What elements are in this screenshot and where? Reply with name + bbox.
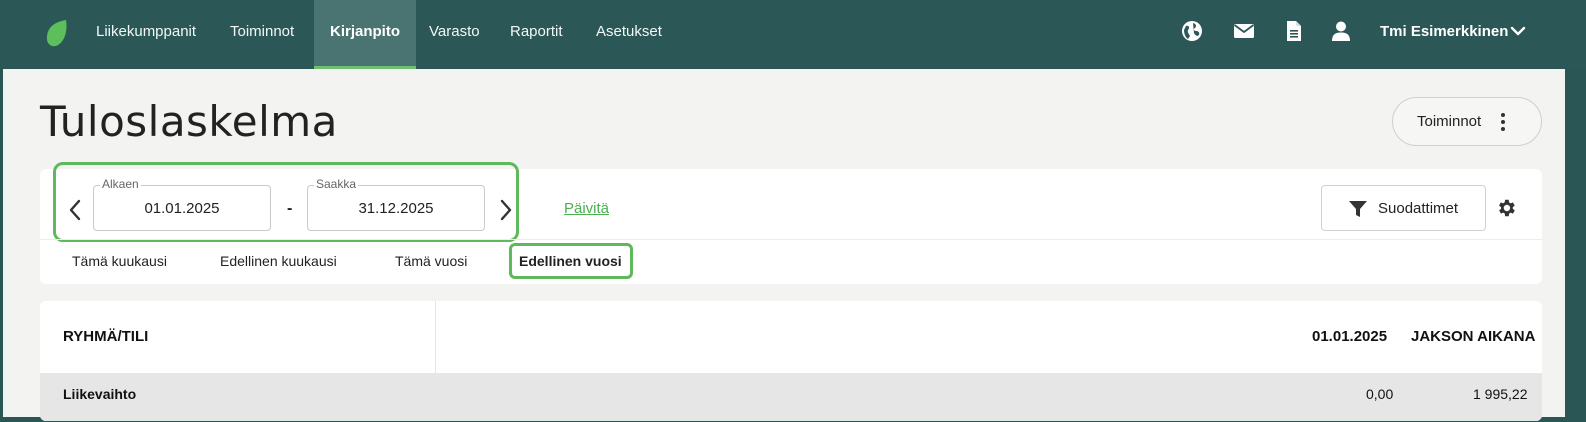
- nav-varasto[interactable]: Varasto: [429, 0, 480, 69]
- row-opening-value: 0,00: [1366, 386, 1394, 402]
- end-date-field[interactable]: Saakka 31.12.2025: [307, 177, 485, 231]
- column-divider: [435, 301, 436, 373]
- nav-liikekumppanit[interactable]: Liikekumppanit: [96, 0, 196, 69]
- start-date-field[interactable]: Alkaen 01.01.2025: [93, 177, 271, 231]
- globe-icon[interactable]: [1181, 20, 1203, 42]
- table-row[interactable]: [40, 373, 1542, 421]
- quick-range-previous-month[interactable]: Edellinen kuukausi: [220, 253, 337, 269]
- filters-button-label: Suodattimet: [1378, 200, 1459, 217]
- quick-range-this-year[interactable]: Tämä vuosi: [395, 253, 467, 269]
- row-name: Liikevaihto: [63, 386, 137, 402]
- filter-icon: [1349, 201, 1367, 217]
- nav-kirjanpito[interactable]: Kirjanpito: [314, 0, 416, 69]
- document-icon[interactable]: [1283, 20, 1305, 42]
- quick-range-previous-year[interactable]: Edellinen vuosi: [519, 253, 622, 269]
- income-statement-table: RYHMÄ/TILI 01.01.2025 JAKSON AIKANA Liik…: [40, 301, 1542, 421]
- header-opening-date: 01.01.2025: [1312, 328, 1388, 345]
- nav-asetukset[interactable]: Asetukset: [596, 0, 662, 69]
- end-date-value: 31.12.2025: [358, 200, 434, 217]
- nav-raportit[interactable]: Raportit: [510, 0, 563, 69]
- row-period-value: 1 995,22: [1473, 386, 1528, 402]
- nav-toiminnot[interactable]: Toiminnot: [230, 0, 294, 69]
- quick-range-this-month[interactable]: Tämä kuukausi: [72, 253, 167, 269]
- header-period: JAKSON AIKANA: [1411, 328, 1536, 345]
- top-navigation-bar: Liikekumppanit Toiminnot Kirjanpito Vara…: [0, 0, 1586, 69]
- filters-button[interactable]: Suodattimet: [1321, 185, 1486, 231]
- start-date-value: 01.01.2025: [144, 200, 220, 217]
- start-date-label: Alkaen: [100, 177, 141, 191]
- user-icon[interactable]: [1330, 20, 1352, 42]
- page-title: Tuloslaskelma: [40, 97, 338, 146]
- gear-icon[interactable]: [1495, 197, 1517, 219]
- chevron-down-icon: [1510, 26, 1526, 36]
- mail-icon[interactable]: [1233, 20, 1255, 42]
- refresh-link[interactable]: Päivitä: [564, 200, 609, 217]
- leaf-logo[interactable]: [44, 18, 70, 48]
- header-group-account: RYHMÄ/TILI: [63, 328, 149, 345]
- main-content: Tuloslaskelma Toiminnot Alkaen 01.01.202…: [3, 69, 1565, 421]
- chevron-left-icon[interactable]: [67, 199, 83, 221]
- date-separator: -: [287, 200, 293, 217]
- actions-button[interactable]: Toiminnot: [1392, 97, 1542, 146]
- company-menu[interactable]: Tmi Esimerkkinen: [1380, 0, 1526, 64]
- filter-divider: [40, 239, 1542, 240]
- end-date-label: Saakka: [314, 177, 359, 191]
- filter-panel: Alkaen 01.01.2025 - Saakka 31.12.2025 Pä…: [40, 162, 1542, 284]
- actions-button-label: Toiminnot: [1417, 113, 1482, 130]
- company-name: Tmi Esimerkkinen: [1380, 23, 1509, 40]
- chevron-right-icon[interactable]: [498, 199, 514, 221]
- more-vertical-icon: [1501, 113, 1505, 134]
